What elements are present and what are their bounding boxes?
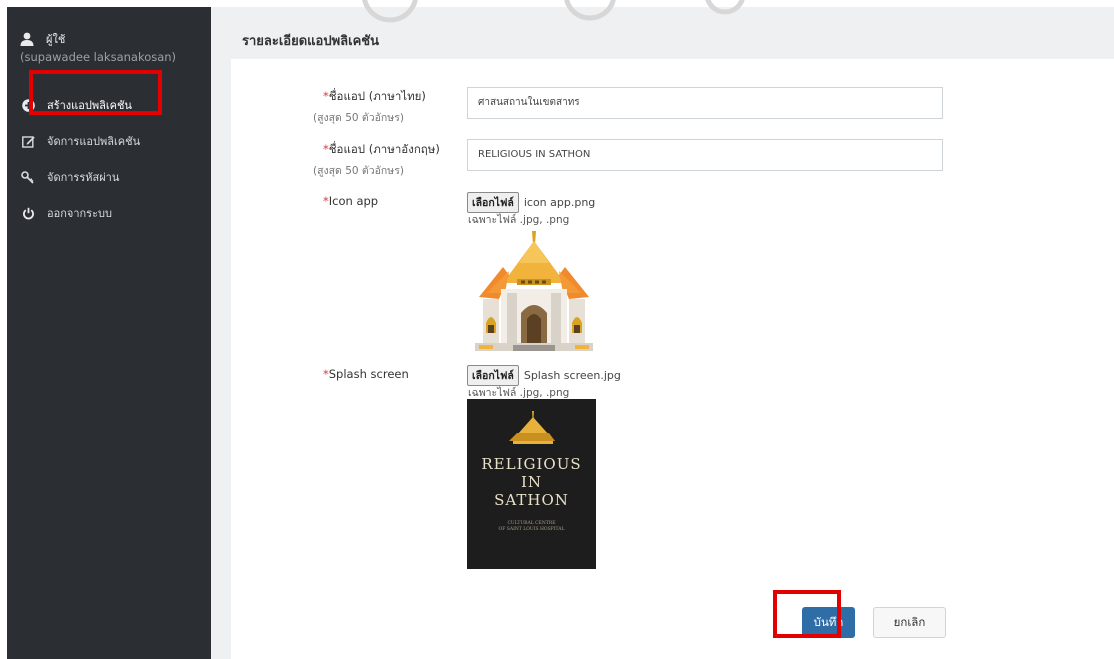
temple-icon-preview: [475, 231, 593, 351]
app-name-th-hint: (สูงสุด 50 ตัวอักษร): [313, 112, 404, 124]
splash-title-line3: SATHON: [494, 491, 569, 509]
app-name-th-input[interactable]: ศาสนสถานในเขตสาทร: [467, 87, 943, 119]
main-panel: รายละเอียดแอปพลิเคชัน *ชื่อแอป (ภาษาไทย)…: [211, 7, 1114, 659]
icon-file-name: icon app.png: [523, 196, 596, 209]
splash-title-line2: IN: [520, 473, 543, 491]
sidebar-item-label: จัดการแอปพลิเคชัน: [47, 135, 141, 148]
icon-file-note: เฉพาะไฟล์ .jpg, .png: [468, 214, 570, 226]
user-name: (supawadee laksanakosan): [20, 50, 177, 64]
app-name-en-input[interactable]: RELIGIOUS IN SATHON: [467, 139, 943, 171]
temple-roof-graphic: [508, 411, 555, 444]
app-name-en-hint: (สูงสุด 50 ตัวอักษร): [313, 165, 404, 177]
power-icon: [21, 206, 35, 220]
sidebar-item-label: ออกจากระบบ: [47, 207, 112, 220]
app-name-th-label: *ชื่อแอป (ภาษาไทย): [323, 89, 426, 103]
sidebar-item-logout[interactable]: ออกจากระบบ: [7, 195, 211, 231]
user-block: ผู้ใช้ (supawadee laksanakosan): [20, 30, 176, 64]
splash-choose-file-button[interactable]: เลือกไฟล์: [467, 365, 519, 386]
sidebar-item-manage-app[interactable]: จัดการแอปพลิเคชัน: [7, 123, 211, 159]
splash-subtitle-line2: OF SAINT LOUIS HOSPITAL: [498, 527, 565, 532]
edit-icon: [21, 134, 35, 148]
user-icon: [20, 32, 34, 46]
app-name-en-label: *ชื่อแอป (ภาษาอังกฤษ): [323, 142, 440, 156]
key-icon: [21, 170, 35, 184]
splash-file-row: เลือกไฟล์ Splash screen.jpg: [467, 365, 621, 386]
splash-file-name: Splash screen.jpg: [523, 369, 621, 382]
user-label: ผู้ใช้: [46, 33, 66, 46]
app-detail-form: *ชื่อแอป (ภาษาไทย) (สูงสุด 50 ตัวอักษร) …: [231, 59, 1114, 659]
icon-app-label: *Icon app: [323, 194, 379, 208]
cancel-button[interactable]: ยกเลิก: [873, 607, 946, 638]
sidebar-item-label: จัดการรหัสผ่าน: [47, 171, 120, 184]
icon-choose-file-button[interactable]: เลือกไฟล์: [467, 192, 519, 213]
page-title: รายละเอียดแอปพลิเคชัน: [242, 34, 379, 49]
splash-title-line1: RELIGIOUS: [481, 455, 582, 473]
sidebar-item-manage-password[interactable]: จัดการรหัสผ่าน: [7, 159, 211, 195]
splash-screen-label: *Splash screen: [323, 367, 409, 381]
highlight-create-app: [29, 70, 162, 115]
splash-screen-preview: RELIGIOUS IN SATHON CULTURAL CENTRE OF S…: [467, 399, 596, 569]
icon-file-row: เลือกไฟล์ icon app.png: [467, 192, 595, 213]
highlight-save-button: [773, 590, 841, 638]
